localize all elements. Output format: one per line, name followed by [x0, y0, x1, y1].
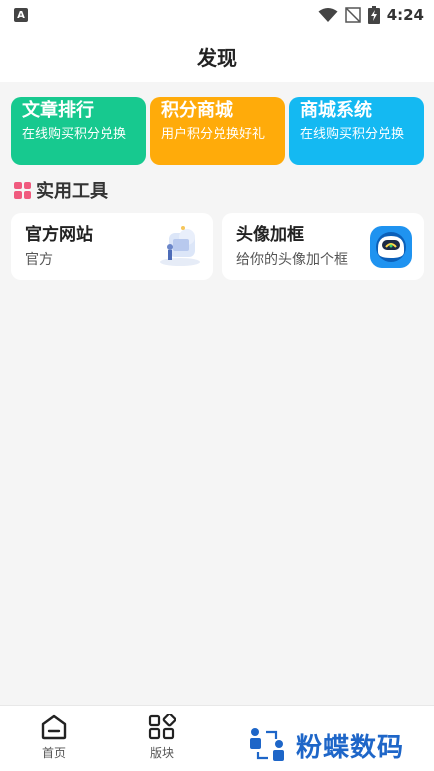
- tool-official-website[interactable]: 官方网站 官方: [11, 213, 213, 280]
- watermark: 粉蝶数码: [248, 724, 434, 766]
- card-desc: 用户积分兑换好礼: [161, 127, 266, 142]
- tool-avatar-frame[interactable]: 头像加框 给你的头像加个框: [222, 213, 424, 280]
- section-header: 实用工具: [14, 178, 108, 202]
- nav-label-category: 版块: [149, 746, 174, 760]
- avatar-frame-icon: [370, 226, 412, 268]
- status-bar: A 4:24: [0, 0, 434, 30]
- card-mall-system[interactable]: 商城系统 在线购买积分兑换: [289, 97, 424, 165]
- card-desc: 在线购买积分兑换: [22, 127, 127, 142]
- app-a-icon: A: [14, 8, 28, 22]
- nav-item-category[interactable]: 版块: [127, 714, 197, 766]
- header: 发现: [0, 30, 434, 82]
- status-time: 4:24: [386, 6, 424, 24]
- website-illustration-icon: [160, 226, 200, 266]
- feature-cards: 文章排行 在线购买积分兑换 积分商城 用户积分兑换好礼 商城系统 在线购买积分兑…: [11, 97, 424, 165]
- card-desc: 在线购买积分兑换: [300, 127, 405, 142]
- card-title: 文章排行: [22, 100, 94, 121]
- watermark-logo-icon: [250, 728, 284, 761]
- category-icon: [148, 714, 176, 740]
- no-signal-icon: [344, 7, 361, 23]
- wifi-icon: [318, 8, 338, 22]
- battery-charging-icon: [367, 6, 380, 24]
- status-left: A: [14, 8, 28, 22]
- card-points-mall[interactable]: 积分商城 用户积分兑换好礼: [150, 97, 285, 165]
- section-title: 实用工具: [36, 181, 108, 202]
- grid-icon: [14, 181, 31, 199]
- card-title: 商城系统: [300, 100, 372, 121]
- nav-label-home: 首页: [41, 746, 66, 760]
- nav-item-home[interactable]: 首页: [19, 714, 89, 766]
- card-article-ranking[interactable]: 文章排行 在线购买积分兑换: [11, 97, 146, 165]
- watermark-text: 粉蝶数码: [296, 732, 405, 763]
- page-title: 发现: [197, 45, 237, 70]
- card-title: 积分商城: [161, 100, 233, 121]
- home-icon: [41, 714, 67, 740]
- status-right: 4:24: [318, 6, 424, 24]
